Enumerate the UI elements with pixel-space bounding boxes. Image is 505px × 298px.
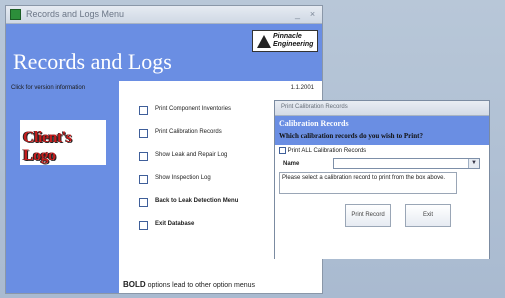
minimize-button[interactable]: _	[291, 8, 304, 21]
option-button[interactable]	[139, 152, 148, 161]
footer-bold: BOLD	[123, 280, 146, 289]
logo-text: Pinnacle Engineering	[273, 33, 314, 48]
print-calibration-dialog: Print Calibration Records Calibration Re…	[274, 100, 490, 259]
option-button[interactable]	[139, 221, 148, 230]
footer-note: BOLD options lead to other option menus	[123, 280, 255, 289]
option-label: Show Leak and Repair Log	[155, 152, 228, 158]
pinnacle-logo-icon	[257, 35, 271, 48]
option-label: Print Component Inventories	[155, 106, 232, 112]
dialog-body: Print ALL Calibration Records Name ▼ Ple…	[275, 145, 489, 259]
company-logo: Pinnacle Engineering	[252, 30, 318, 52]
date-label: 1.1.2001	[290, 85, 314, 91]
header-banner: Pinnacle Engineering Records and Logs	[6, 24, 322, 81]
option-label: Exit Database	[155, 221, 195, 227]
option-button[interactable]	[139, 198, 148, 207]
instruction-message: Please select a calibration record to pr…	[279, 172, 457, 194]
option-button[interactable]	[139, 129, 148, 138]
close-button[interactable]: ×	[306, 8, 319, 21]
footer-text: options lead to other option menus	[145, 282, 256, 289]
option-label: Print Calibration Records	[155, 129, 222, 135]
client-logo-text: Client's Logo	[23, 129, 72, 164]
option-label: Show Inspection Log	[155, 175, 211, 181]
version-info-link[interactable]: Click for version information	[11, 85, 85, 91]
dialog-question: Which calibration records do you wish to…	[279, 132, 423, 140]
option-button[interactable]	[139, 106, 148, 115]
page-title: Records and Logs	[13, 49, 172, 74]
dialog-title: Print Calibration Records	[281, 104, 348, 110]
dialog-header: Calibration Records Which calibration re…	[275, 116, 489, 145]
print-record-button[interactable]: Print Record	[345, 204, 391, 227]
print-all-row[interactable]: Print ALL Calibration Records	[279, 147, 366, 154]
dialog-title-bar: Print Calibration Records	[275, 101, 489, 116]
dialog-heading: Calibration Records	[279, 119, 349, 128]
print-all-checkbox[interactable]	[279, 147, 286, 154]
app-icon	[10, 9, 21, 20]
print-all-label: Print ALL Calibration Records	[287, 148, 367, 155]
option-button[interactable]	[139, 175, 148, 184]
client-logo: Client's Logo	[20, 120, 106, 165]
window-title: Records and Logs Menu	[26, 9, 125, 19]
exit-button[interactable]: Exit	[405, 204, 451, 227]
name-select[interactable]: ▼	[333, 158, 480, 169]
title-bar: Records and Logs Menu _ ×	[6, 6, 322, 24]
name-label: Name	[283, 161, 300, 167]
left-panel: Click for version information	[6, 81, 119, 293]
chevron-down-icon[interactable]: ▼	[468, 159, 479, 168]
option-label: Back to Leak Detection Menu	[155, 198, 239, 204]
